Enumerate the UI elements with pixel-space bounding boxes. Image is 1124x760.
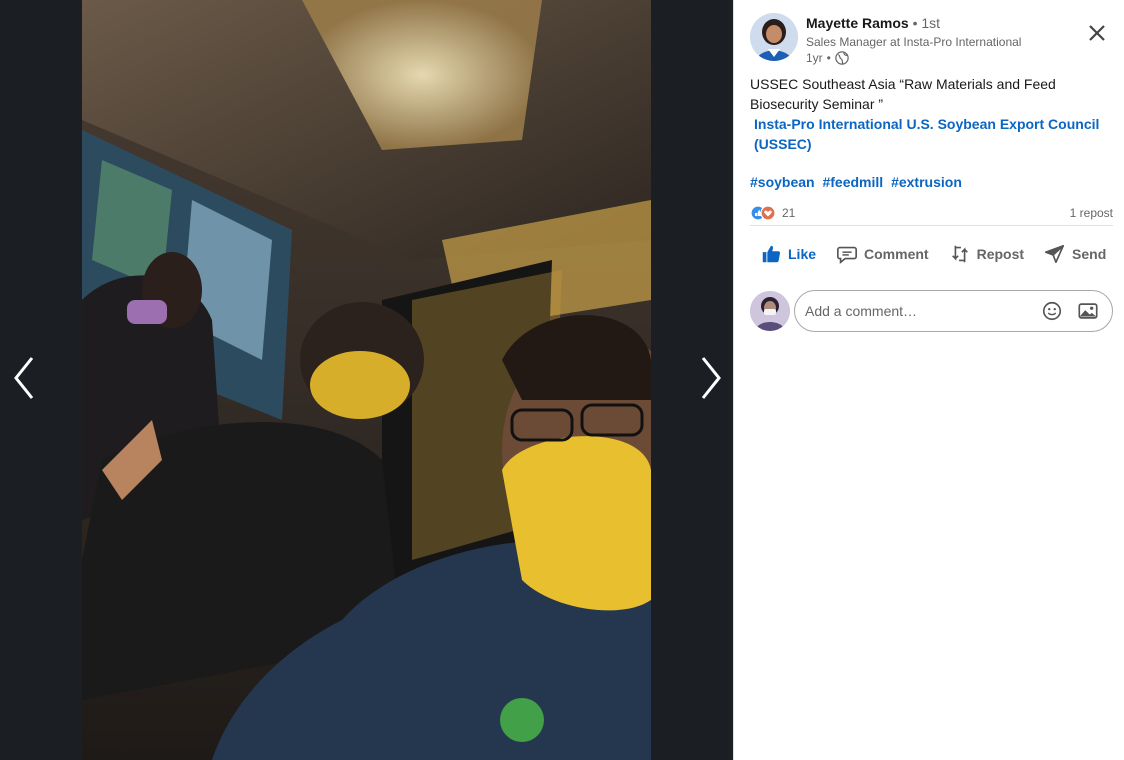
hashtag-feedmill[interactable]: #feedmill: [822, 174, 883, 190]
post-mentions[interactable]: Insta-Pro International U.S. Soybean Exp…: [750, 114, 1110, 154]
selfie-photo-illustration: [82, 0, 651, 760]
post-details-panel: Mayette Ramos • 1st Sales Manager at Ins…: [733, 0, 1124, 760]
like-label: Like: [788, 246, 817, 262]
send-button[interactable]: Send: [1034, 236, 1116, 272]
comment-label: Comment: [864, 246, 929, 262]
send-icon: [1045, 244, 1065, 264]
globe-icon: [835, 51, 849, 65]
close-icon: [1089, 25, 1105, 41]
repost-count[interactable]: 1 repost: [1070, 206, 1113, 220]
author-photo: [750, 13, 798, 61]
comment-button[interactable]: Comment: [826, 236, 939, 272]
reaction-icons: [750, 205, 776, 221]
author-line: Mayette Ramos • 1st: [806, 15, 940, 31]
divider: [750, 225, 1113, 226]
send-label: Send: [1072, 246, 1107, 262]
repost-icon: [951, 245, 968, 263]
chevron-left-icon: [14, 357, 34, 399]
action-bar: Like Comment Repost Send: [750, 236, 1113, 272]
like-button[interactable]: Like: [750, 236, 826, 272]
current-user-photo: [750, 291, 790, 331]
comment-icon: [837, 246, 858, 264]
connection-degree: 1st: [921, 15, 941, 31]
add-photo-button[interactable]: [1074, 297, 1102, 325]
meta-dot: •: [826, 51, 831, 65]
hashtag-extrusion[interactable]: #extrusion: [891, 174, 962, 190]
emoji-icon: [1042, 301, 1062, 321]
close-button[interactable]: [1083, 19, 1111, 47]
previous-image-button[interactable]: [4, 350, 44, 406]
hashtags: #soybean #feedmill #extrusion: [750, 174, 966, 190]
author-separator: •: [912, 15, 918, 31]
thumbs-up-icon: [762, 245, 781, 263]
reaction-count: 21: [782, 206, 796, 220]
social-counts: 21 1 repost: [750, 201, 1113, 225]
post-body: USSEC Southeast Asia “Raw Materials and …: [750, 74, 1110, 154]
emoji-button[interactable]: [1038, 297, 1066, 325]
comment-input[interactable]: [805, 303, 1030, 319]
chevron-right-icon: [701, 357, 721, 399]
repost-label: Repost: [976, 246, 1025, 262]
repost-button[interactable]: Repost: [939, 236, 1034, 272]
post-photo: [82, 0, 651, 760]
author-name[interactable]: Mayette Ramos: [806, 15, 909, 31]
next-image-button[interactable]: [691, 350, 731, 406]
post-time: 1yr: [806, 51, 823, 65]
post-text: USSEC Southeast Asia “Raw Materials and …: [750, 76, 1056, 112]
hashtag-soybean[interactable]: #soybean: [750, 174, 815, 190]
image-viewer: [0, 0, 733, 760]
post-meta: 1yr •: [806, 51, 849, 65]
image-icon: [1078, 303, 1098, 319]
reactions-summary[interactable]: 21: [750, 205, 795, 221]
author-headline: Sales Manager at Insta-Pro International: [806, 35, 1022, 49]
comment-box: [794, 290, 1113, 332]
author-avatar[interactable]: [750, 13, 798, 61]
current-user-avatar[interactable]: [750, 291, 790, 331]
